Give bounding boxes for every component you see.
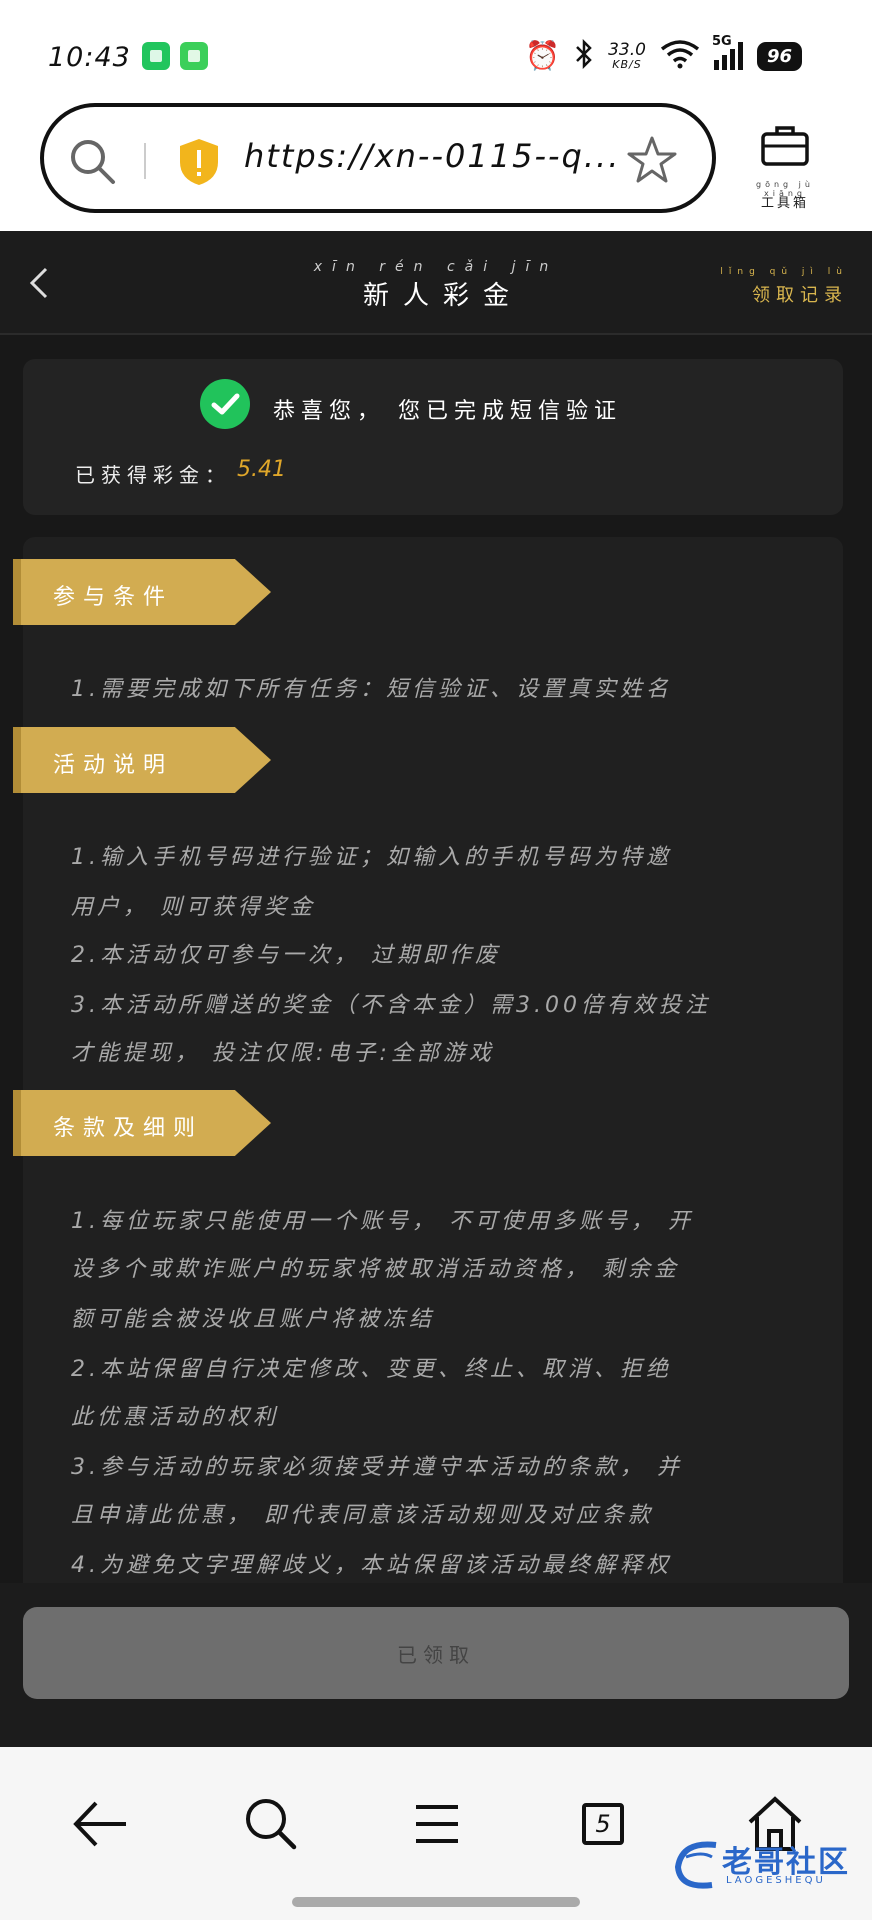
- rule-line: 3.参与活动的玩家必须接受并遵守本活动的条款， 并: [71, 1455, 683, 1480]
- rule-line: 额可能会被没收且账户将被冻结: [71, 1307, 436, 1332]
- battery-indicator: 96: [756, 41, 802, 71]
- status-bar: 10:43 ⏰ 33.0 KB/S 5G 96: [0, 0, 872, 100]
- toolbox-icon: [761, 126, 809, 166]
- section-header-conditions: 参与条件: [13, 559, 271, 625]
- rule-line: 2.本站保留自行决定修改、变更、终止、取消、拒绝: [71, 1357, 672, 1382]
- rule-line: 1.输入手机号码进行验证；如输入的手机号码为特邀: [71, 845, 672, 870]
- app-notification-icon: [142, 42, 170, 70]
- claimed-button[interactable]: 已领取: [23, 1607, 849, 1699]
- claim-footer: 已领取: [0, 1583, 872, 1747]
- tabs-button[interactable]: 5: [568, 1789, 638, 1859]
- network-speed-unit: KB/S: [612, 58, 642, 71]
- claim-history-link[interactable]: 领取记录: [752, 281, 848, 307]
- message-notification-icon: [180, 42, 208, 70]
- rules-card: 参与条件 1.需要完成如下所有任务：短信验证、设置真实姓名 活动说明 1.输入手…: [13, 537, 843, 1583]
- rule-line: 设多个或欺诈账户的玩家将被取消活动资格， 剩余金: [71, 1257, 680, 1282]
- address-divider: [144, 143, 146, 179]
- rule-line: 用户， 则可获得奖金: [71, 895, 316, 920]
- network-speed: 33.0 KB/S: [608, 40, 646, 71]
- page-title: 新人彩金: [362, 281, 523, 311]
- check-circle-icon: [200, 379, 250, 429]
- rule-line: 4.为避免文字理解歧义，本站保留该活动最终解释权: [71, 1553, 672, 1578]
- alarm-icon: ⏰: [525, 39, 561, 72]
- section-header-description: 活动说明: [13, 727, 271, 793]
- search-icon[interactable]: [68, 137, 118, 187]
- url-text[interactable]: https://xn--0115--q...: [244, 137, 624, 175]
- back-arrow-icon[interactable]: [64, 1789, 134, 1859]
- browser-toolbar: https://xn--0115--q... gōng jù xiāng 工具箱: [0, 100, 872, 231]
- search-icon[interactable]: [236, 1789, 306, 1859]
- rule-line: 3.本活动所赠送的奖金（不含本金）需3.00倍有效投注: [71, 993, 711, 1018]
- network-speed-value: 33.0: [608, 40, 646, 60]
- address-bar[interactable]: https://xn--0115--q...: [40, 103, 716, 213]
- reward-label: 已获得彩金：: [75, 463, 231, 487]
- signal-icon: 5G: [712, 34, 743, 70]
- shield-warning-icon[interactable]: [176, 137, 222, 187]
- section-title: 活动说明: [53, 753, 174, 778]
- section-title: 条款及细则: [53, 1116, 204, 1141]
- rule-line: 此优惠活动的权利: [71, 1405, 280, 1430]
- status-icons: ⏰ 33.0 KB/S 5G 96: [525, 34, 802, 76]
- bluetooth-icon: [574, 38, 594, 74]
- menu-icon[interactable]: [402, 1789, 472, 1859]
- content-area: 恭喜您， 您已完成短信验证 已获得彩金： 5.41 参与条件 1.需要完成如下所…: [0, 337, 872, 1583]
- status-time: 10:43: [48, 42, 131, 73]
- watermark-logo: 老哥社区 LAOGESHEQU: [672, 1837, 862, 1897]
- toolbox-button[interactable]: gōng jù xiāng 工具箱: [745, 118, 825, 211]
- rule-line: 才能提现， 投注仅限:电子:全部游戏: [71, 1041, 495, 1066]
- claim-history-pinyin: lǐng qǔ jì lù: [720, 267, 848, 277]
- toolbox-label: 工具箱: [760, 196, 809, 211]
- dragon-logo-icon: [674, 1841, 717, 1889]
- rule-line: 1.每位玩家只能使用一个账号， 不可使用多账号， 开: [71, 1209, 694, 1234]
- wifi-icon: [660, 39, 700, 73]
- watermark-subtext: LAOGESHEQU: [726, 1875, 826, 1886]
- tab-count: 5: [582, 1803, 624, 1845]
- network-type: 5G: [711, 34, 732, 49]
- browser-bottom-nav: 5 老哥社区 LAOGESHEQU: [0, 1747, 872, 1920]
- home-indicator[interactable]: [292, 1897, 580, 1907]
- reward-amount: 5.41: [237, 457, 286, 482]
- rule-line: 且申请此优惠， 即代表同意该活动规则及对应条款: [71, 1503, 654, 1528]
- section-header-terms: 条款及细则: [13, 1090, 271, 1156]
- page-header: xīn rén cǎi jīn 新人彩金 lǐng qǔ jì lù 领取记录: [0, 231, 872, 335]
- rule-line: 2.本活动仅可参与一次， 过期即作废: [71, 943, 501, 968]
- success-message: 恭喜您， 您已完成短信验证: [273, 399, 622, 424]
- section-title: 参与条件: [53, 585, 174, 610]
- verification-success-card: 恭喜您， 您已完成短信验证 已获得彩金： 5.41: [23, 359, 843, 515]
- rule-line: 1.需要完成如下所有任务：短信验证、设置真实姓名: [71, 677, 672, 702]
- bookmark-star-icon[interactable]: [624, 133, 680, 189]
